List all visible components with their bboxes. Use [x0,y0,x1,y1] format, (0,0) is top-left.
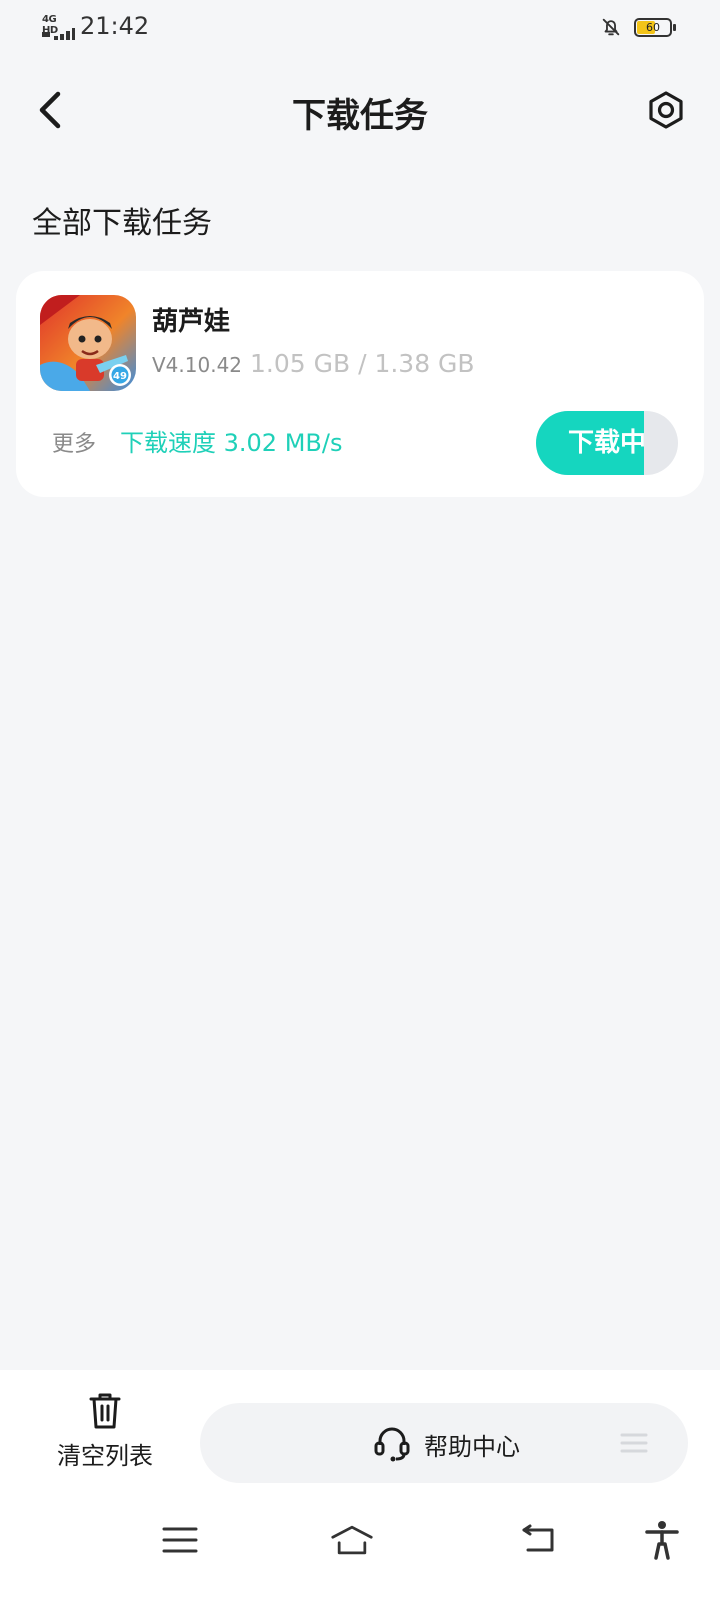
download-progress-button[interactable]: 下载中 [536,411,678,475]
headset-icon [374,1427,410,1462]
app-name: 葫芦娃 [152,307,231,337]
hexagon-settings-icon [649,91,683,129]
accessibility-icon [645,1521,679,1560]
more-button[interactable]: 更多 [52,426,96,458]
battery-icon: 60 [634,18,676,37]
bell-off-icon [602,18,620,36]
return-arrow-icon [522,1524,554,1552]
help-center-label: 帮助中心 [424,1433,520,1461]
download-speed: 下载速度 3.02 MB/s [120,429,343,457]
trash-icon [89,1393,121,1429]
clear-list-button[interactable]: 清空列表 [40,1380,170,1480]
download-status-label: 下载中 [567,428,646,458]
app-version: V4.10.42 [152,353,243,377]
svg-text:49: 49 [113,371,127,382]
menu-icon [162,1527,198,1553]
header: 下载任务 [0,70,720,150]
page-title: 下载任务 [292,96,428,136]
settings-button[interactable] [644,88,688,132]
signal-icon: 4G HD [42,14,75,40]
status-time: 21:42 [80,12,150,40]
help-center-button[interactable]: 帮助中心 [200,1403,688,1483]
download-task-card[interactable]: 49 葫芦娃 V4.10.42 1.05 GB / 1.38 GB 更多 下载速… [16,271,704,497]
status-bar: 4G HD 21:42 60 [0,0,720,56]
menu-lines-icon [620,1433,648,1453]
back-nav-button[interactable] [516,1518,560,1562]
home-icon [331,1525,373,1555]
recent-apps-button[interactable] [158,1518,202,1562]
accessibility-button[interactable] [640,1518,684,1562]
bottom-action-bar: 清空列表 帮助中心 [0,1370,720,1490]
game-app-icon: 49 [40,295,136,391]
clear-list-label: 清空列表 [57,1442,153,1470]
section-title: 全部下载任务 [32,206,212,241]
home-button[interactable] [330,1518,374,1562]
app-icon[interactable]: 49 [40,295,136,391]
system-navigation-bar [0,1490,720,1600]
battery-level: 60 [646,21,660,34]
download-size: 1.05 GB / 1.38 GB [250,349,475,378]
